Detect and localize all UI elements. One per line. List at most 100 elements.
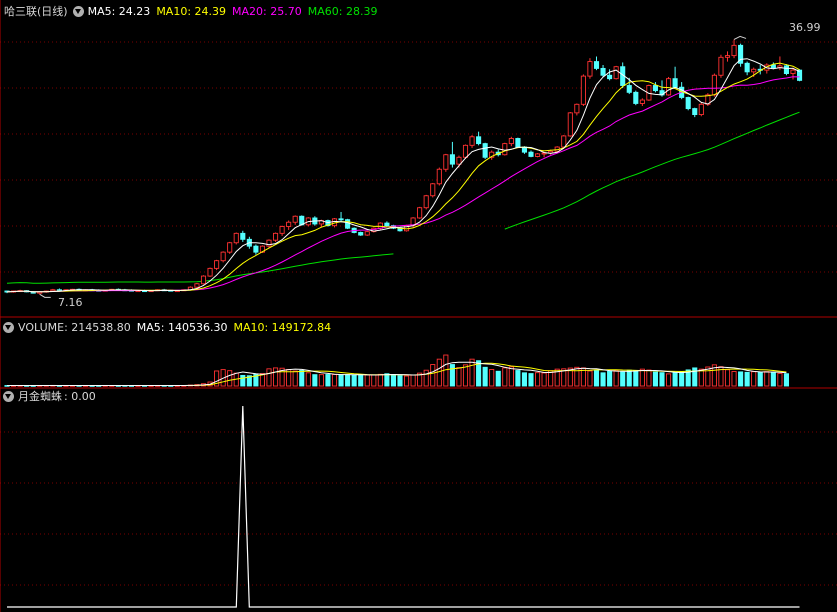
volume-bar [620,371,626,387]
candle-body [456,156,462,165]
candle-body [685,97,691,110]
ma10-label: MA10: 24.39 [156,4,227,18]
chevron-down-icon[interactable] [3,321,14,333]
volume-bar [299,369,305,387]
volume-bar [469,358,475,387]
volume-bar [515,370,521,387]
candle-body [613,66,619,80]
volume-bar [430,364,436,387]
indicator-panel-header: 月金蜘蛛 : 0.00 [0,388,102,404]
candle-body [220,251,226,262]
candle-body [384,222,390,227]
indicator-name: 月金蜘蛛 [18,390,62,403]
volume-bar [541,372,547,387]
volume-bar [672,372,678,387]
volume-bar [495,370,501,387]
candle-body [770,64,776,69]
volume-bar [318,374,324,387]
volume-ma5-label: MA5: 140536.30 [136,320,228,334]
volume-bar [390,374,397,387]
candle-body [515,138,521,148]
volume-bar [764,371,770,387]
volume-bar [489,368,495,387]
stock-title: 哈三联(日线) [4,5,68,18]
candle-body [698,103,704,116]
volume-bar [371,374,377,387]
volume-bar [502,367,508,387]
volume-bar [646,369,652,387]
candle-body [233,232,239,244]
candle-body [672,78,678,88]
candle-body [214,260,220,269]
volume-bar [679,370,685,387]
chevron-down-icon[interactable] [72,5,84,17]
candle-body [423,195,429,209]
candle-body [227,242,233,253]
indicator-line [7,405,800,608]
ma20-label: MA20: 25.70 [232,4,302,18]
candle-body [449,154,455,165]
low-marker [39,293,51,298]
volume-bars [4,354,789,387]
candle-body [731,44,737,57]
candle-body [574,103,580,114]
candle-body [593,61,600,69]
candle-body [652,85,658,92]
candle-body [240,232,246,240]
candle-body [567,112,573,137]
volume-bar [227,370,233,387]
volume-bar [305,372,311,387]
candle-body [790,69,796,74]
ma20-line [6,76,800,293]
volume-bar [600,372,606,387]
volume-bar [751,371,757,387]
candle-body [502,143,508,156]
candle-body [508,138,514,145]
volume-bar [666,373,672,387]
volume-bar [528,373,534,387]
candle-body [607,74,613,80]
volume-bar [266,368,272,387]
volume-bar [757,371,763,387]
volume-panel-header: VOLUME: 214538.80 MA5: 140536.30 MA10: 1… [0,319,337,335]
volume-bar [508,366,514,387]
volume-bar [659,372,665,387]
candle-body [253,245,259,253]
volume-bar [325,374,331,387]
candle-body [436,168,442,185]
volume-bar [607,370,613,387]
volume-bar [535,372,541,387]
volume-bar [698,368,704,387]
moving-average-lines [6,35,800,298]
volume-bar [574,366,580,387]
volume-bar [587,370,593,387]
volume-label: VOLUME: 214538.80 [18,320,131,334]
candle-body [528,151,534,157]
candle-body [633,91,639,104]
volume-bar [449,364,455,387]
high-price-label: 36.99 [789,21,821,34]
chevron-down-icon[interactable] [3,390,14,402]
candle-body [751,68,757,73]
volume-bar [626,369,632,387]
volume-bar [521,372,527,387]
candle-body [482,143,488,158]
volume-bar [240,374,246,387]
volume-bar [273,367,279,387]
volume-bar [613,370,619,387]
volume-bar [731,370,737,387]
candle-body [692,108,698,116]
volume-bar [633,370,639,387]
candle-body [292,215,298,223]
indicator-value: : 0.00 [64,389,96,403]
main-panel-header: 哈三联(日线) MA5: 24.23 MA10: 24.39 MA20: 25.… [0,3,383,19]
ma60-line-late [504,111,800,230]
candle-body [338,218,344,221]
high-marker [733,35,747,40]
candle-body [430,183,436,197]
volume-bar [292,370,298,387]
ma60-line-early [6,253,394,284]
volume-bar [783,373,789,387]
ma60-label: MA60: 28.39 [307,4,378,18]
candle-body [639,99,645,104]
